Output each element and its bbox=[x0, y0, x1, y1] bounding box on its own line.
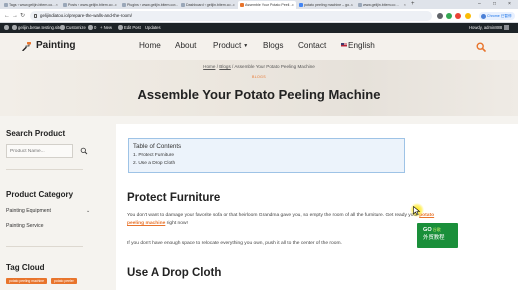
toc-title: Table of Contents bbox=[133, 143, 182, 150]
search-icon[interactable] bbox=[80, 147, 88, 155]
wp-logo-icon[interactable] bbox=[4, 23, 10, 33]
wp-admin-bar: gelijin.betae.testing.site Customize 0 +… bbox=[0, 23, 518, 33]
browser-tab-active[interactable]: Assemble Your Potato Peeli… × bbox=[238, 1, 296, 9]
close-icon[interactable]: × bbox=[292, 1, 294, 9]
address-bar[interactable]: gelijindiatoo.io/prepare-the-walls-and-t… bbox=[30, 11, 432, 21]
tab-favicon-icon bbox=[299, 3, 303, 7]
paragraph-continued: peeling machine right now! bbox=[127, 221, 188, 226]
extension-icon[interactable] bbox=[437, 13, 443, 19]
close-icon[interactable]: × bbox=[404, 1, 406, 9]
tab-favicon-icon bbox=[63, 3, 67, 7]
admin-account-menu[interactable]: Howdy, admin888 bbox=[469, 23, 510, 33]
tab-favicon-icon bbox=[181, 3, 185, 7]
browser-tab[interactable]: www.gelijin.bitem.co… × bbox=[356, 1, 408, 9]
reload-icon[interactable]: ↻ bbox=[20, 12, 25, 20]
lock-icon[interactable] bbox=[34, 14, 37, 18]
nav-blogs[interactable]: Blogs bbox=[263, 41, 283, 51]
page-title: Assemble Your Potato Peeling Machine bbox=[137, 87, 381, 102]
browser-tab-strip: Tags ‹ www.gelijin.bitem.co… × Posts ‹ ww… bbox=[0, 0, 518, 9]
close-icon[interactable]: × bbox=[115, 1, 117, 9]
comment-icon bbox=[88, 25, 93, 30]
search-icon[interactable] bbox=[476, 42, 486, 52]
mouse-cursor-icon bbox=[413, 206, 421, 216]
breadcrumb-current: Assemble Your Potato Peeling Machine bbox=[234, 64, 315, 69]
new-tab-button[interactable]: + bbox=[411, 0, 415, 9]
admin-site-link[interactable]: gelijin.betae.testing.site bbox=[12, 23, 62, 33]
page-hero: Home / Blogs / Assemble Your Potato Peel… bbox=[0, 60, 518, 116]
nav-product[interactable]: Product ▼ bbox=[213, 41, 248, 51]
pencil-icon bbox=[118, 25, 123, 30]
minimize-button[interactable]: – bbox=[478, 0, 481, 9]
watermark-badge: GO谷歌 外贸教程 bbox=[417, 223, 458, 248]
browser-tab[interactable]: Plugins ‹ www.gelijin.bitem.co… × bbox=[120, 1, 178, 9]
admin-customize-link[interactable]: Customize bbox=[60, 23, 86, 33]
product-search-input[interactable] bbox=[6, 144, 73, 158]
tab-favicon-icon bbox=[358, 3, 362, 7]
tag-link[interactable]: potato peeling machine bbox=[6, 278, 48, 284]
profile-button[interactable]: Chrome 已暂停 bbox=[479, 12, 515, 20]
brush-icon bbox=[60, 25, 65, 30]
section-heading: Use A Drop Cloth bbox=[127, 267, 222, 279]
admin-updates-link[interactable]: Updates bbox=[145, 23, 161, 33]
tag-link[interactable]: potato peeler bbox=[51, 278, 77, 284]
tab-favicon-icon bbox=[4, 3, 8, 7]
nav-home[interactable]: Home bbox=[139, 41, 161, 51]
paragraph: If you don't have enough space to reloca… bbox=[127, 241, 342, 246]
browser-tab[interactable]: Dashboard ‹ gelijin.bitem.co… × bbox=[179, 1, 237, 9]
toc-link[interactable]: 2. Use a Drop Cloth bbox=[133, 161, 175, 167]
nav-about[interactable]: About bbox=[175, 41, 196, 51]
close-icon[interactable]: × bbox=[351, 1, 353, 9]
avatar bbox=[480, 13, 486, 19]
extension-icon[interactable] bbox=[446, 13, 452, 19]
browser-toolbar: ← → ↻ gelijindiatoo.io/prepare-the-walls… bbox=[0, 9, 518, 23]
breadcrumb: Home / Blogs / Assemble Your Potato Peel… bbox=[203, 64, 315, 69]
tab-favicon-icon bbox=[122, 3, 126, 7]
divider bbox=[6, 246, 83, 247]
maximize-button[interactable]: □ bbox=[493, 0, 496, 9]
search-widget-title: Search Product bbox=[6, 129, 66, 138]
admin-new-link[interactable]: + New bbox=[100, 23, 112, 33]
admin-edit-post-link[interactable]: Edit Post bbox=[118, 23, 141, 33]
category-label[interactable]: BLOGS bbox=[0, 75, 518, 80]
breadcrumb-blogs[interactable]: Blogs bbox=[219, 64, 231, 69]
nav-contact[interactable]: Contact bbox=[298, 41, 326, 51]
extension-icon[interactable] bbox=[455, 13, 461, 19]
chevron-down-icon[interactable]: ⌄ bbox=[86, 208, 90, 215]
us-flag-icon bbox=[341, 43, 347, 47]
browser-tab[interactable]: potato peeling machine – go… × bbox=[297, 1, 355, 9]
table-of-contents: Table of Contents 1. Protect Furniture 2… bbox=[128, 138, 405, 173]
paint-roller-icon[interactable] bbox=[22, 41, 32, 51]
forward-arrow-icon[interactable]: → bbox=[12, 12, 18, 20]
chevron-down-icon: ▼ bbox=[243, 43, 249, 49]
tab-favicon-icon bbox=[240, 3, 244, 7]
product-link[interactable]: peeling machine bbox=[127, 221, 165, 226]
tag-widget-title: Tag Cloud bbox=[6, 263, 45, 272]
browser-tab[interactable]: Posts ‹ www.gelijin.bitem.co… × bbox=[61, 1, 119, 9]
language-switcher[interactable]: English bbox=[341, 41, 375, 51]
admin-comments-link[interactable]: 0 bbox=[88, 23, 96, 33]
back-arrow-icon[interactable]: ← bbox=[4, 12, 10, 20]
close-icon[interactable]: × bbox=[174, 1, 176, 9]
site-logo[interactable]: Painting bbox=[36, 40, 75, 52]
extension-icon[interactable] bbox=[465, 13, 471, 19]
sidebar: Search Product Product Category Painting… bbox=[0, 116, 108, 290]
divider bbox=[6, 169, 83, 170]
breadcrumb-home[interactable]: Home bbox=[203, 64, 215, 69]
category-link[interactable]: Painting Service bbox=[6, 223, 44, 230]
article-content: Table of Contents 1. Protect Furniture 2… bbox=[116, 124, 518, 290]
address-url[interactable]: gelijindiatoo.io/prepare-the-walls-and-t… bbox=[40, 11, 132, 21]
site-header: Painting Home About Product ▼ Blogs Conta… bbox=[0, 33, 518, 60]
section-heading: Protect Furniture bbox=[127, 192, 221, 204]
browser-tab[interactable]: Tags ‹ www.gelijin.bitem.co… × bbox=[2, 1, 60, 9]
close-icon[interactable]: × bbox=[233, 1, 235, 9]
category-widget-title: Product Category bbox=[6, 190, 74, 199]
paragraph: You don't want to damage your favorite s… bbox=[127, 213, 435, 218]
avatar bbox=[504, 25, 510, 30]
category-link[interactable]: Painting Equipment bbox=[6, 208, 51, 215]
toc-link[interactable]: 1. Protect Furniture bbox=[133, 153, 174, 159]
close-icon[interactable]: × bbox=[56, 1, 58, 9]
home-icon bbox=[12, 25, 17, 30]
close-window-button[interactable]: × bbox=[508, 0, 511, 9]
